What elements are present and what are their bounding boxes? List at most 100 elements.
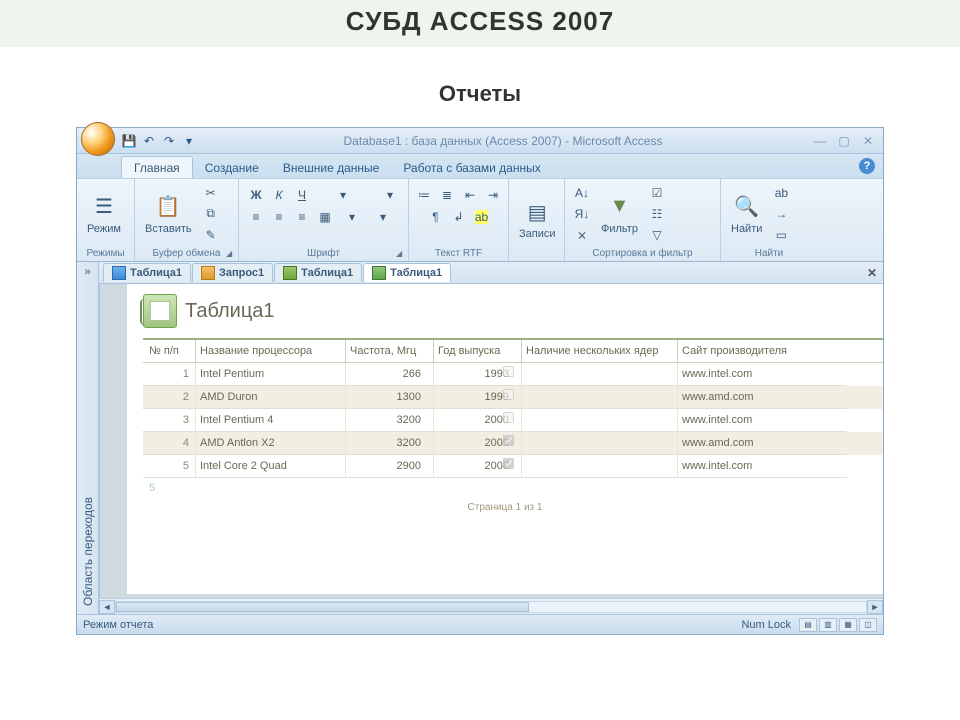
cell-multicore: [521, 409, 677, 432]
multicore-checkbox: [503, 412, 514, 423]
qat-dropdown-icon[interactable]: ▾: [181, 133, 197, 149]
nav-pane-label: Область переходов: [81, 497, 95, 606]
access-window: 💾 ↶ ↷ ▾ Database1 : база данных (Access …: [76, 127, 884, 635]
font-launcher-icon[interactable]: ◢: [396, 249, 406, 259]
records-button[interactable]: ▤ Записи: [515, 196, 560, 242]
paste-label: Вставить: [145, 223, 192, 235]
gridlines-icon[interactable]: ▦: [314, 207, 336, 227]
view-layout-icon[interactable]: ▦: [839, 618, 857, 632]
tab-external-data[interactable]: Внешние данные: [271, 157, 392, 178]
underline-icon[interactable]: Ч: [291, 185, 313, 205]
align-center-icon[interactable]: ≡: [268, 207, 290, 227]
scroll-track[interactable]: [115, 601, 867, 613]
cell-name: Intel Pentium: [195, 363, 345, 386]
cell-name: Intel Pentium 4: [195, 409, 345, 432]
table-row[interactable]: 2AMD Duron13001999www.amd.com: [143, 386, 883, 409]
undo-icon[interactable]: ↶: [141, 133, 157, 149]
tab-database-tools[interactable]: Работа с базами данных: [391, 157, 552, 178]
tab-create[interactable]: Создание: [193, 157, 271, 178]
bold-icon[interactable]: Ж: [245, 185, 267, 205]
select-icon[interactable]: ▭: [770, 225, 792, 245]
filter-button[interactable]: ▼ Фильтр: [597, 191, 642, 237]
sort-desc-icon[interactable]: Я↓: [571, 204, 593, 224]
multicore-checkbox: [503, 458, 514, 469]
align-right-icon[interactable]: ≡: [291, 207, 313, 227]
doc-tab-table1[interactable]: Таблица1: [103, 263, 191, 282]
document-tabs: Таблица1 Запрос1 Таблица1 Таблица1 ✕: [99, 262, 883, 284]
quick-access-toolbar: 💾 ↶ ↷ ▾: [121, 133, 197, 149]
cell-multicore: [521, 432, 677, 455]
highlight-icon[interactable]: ab: [471, 207, 493, 227]
cell-number: 5: [143, 455, 195, 478]
cut-icon[interactable]: ✂: [200, 183, 222, 203]
navigation-pane-collapsed[interactable]: » Область переходов: [77, 262, 99, 614]
format-painter-icon[interactable]: ✎: [200, 225, 222, 245]
nav-expand-icon[interactable]: »: [84, 262, 90, 282]
toggle-filter-icon[interactable]: ▽: [646, 225, 668, 245]
slide-title: СУБД ACCESS 2007: [0, 6, 960, 37]
clear-sort-icon[interactable]: ⨯: [571, 225, 593, 245]
close-button[interactable]: ✕: [857, 133, 879, 149]
group-clipboard: 📋 Вставить ✂ ⧉ ✎ Буфер обмена ◢: [135, 179, 239, 261]
sort-asc-icon[interactable]: A↓: [571, 183, 593, 203]
fill-color-icon[interactable]: ▾: [337, 207, 367, 227]
doc-tab-query1[interactable]: Запрос1: [192, 263, 273, 282]
font-size-dropdown[interactable]: ▾: [373, 185, 407, 205]
clipboard-launcher-icon[interactable]: ◢: [226, 249, 236, 259]
table-row[interactable]: 5Intel Core 2 Quad29002008www.intel.com: [143, 455, 883, 478]
copy-icon[interactable]: ⧉: [200, 204, 222, 224]
cell-year: 2008: [433, 455, 521, 478]
minimize-button[interactable]: —: [809, 133, 831, 149]
cell-year: 2000: [433, 409, 521, 432]
view-report-icon[interactable]: ▤: [799, 618, 817, 632]
ltr-icon[interactable]: ¶: [425, 207, 447, 227]
replace-icon[interactable]: ab: [770, 183, 792, 203]
view-print-icon[interactable]: ▥: [819, 618, 837, 632]
doc-tab-table1-form[interactable]: Таблица1: [274, 263, 362, 282]
cell-site: www.amd.com: [677, 386, 847, 409]
restore-button[interactable]: ▢: [833, 133, 855, 149]
group-richtext-label: Текст RTF: [415, 246, 502, 261]
selection-filter-icon[interactable]: ☑: [646, 183, 668, 203]
paste-button[interactable]: 📋 Вставить: [141, 191, 196, 237]
save-icon[interactable]: 💾: [121, 133, 137, 149]
group-clipboard-label: Буфер обмена: [141, 246, 232, 261]
find-label: Найти: [731, 223, 762, 235]
indent-decrease-icon[interactable]: ⇤: [459, 185, 481, 205]
query-icon: [201, 266, 215, 280]
doc-tab-table1-report[interactable]: Таблица1: [363, 263, 451, 282]
office-button[interactable]: [81, 122, 115, 156]
status-numlock: Num Lock: [741, 619, 791, 631]
font-name-dropdown[interactable]: ▾: [314, 185, 372, 205]
indent-increase-icon[interactable]: ⇥: [482, 185, 504, 205]
horizontal-scrollbar[interactable]: ◄ ►: [99, 598, 883, 614]
font-color-icon[interactable]: ▾: [368, 207, 398, 227]
scroll-thumb[interactable]: [116, 602, 529, 612]
scroll-right-icon[interactable]: ►: [867, 600, 883, 614]
table-row[interactable]: 4AMD Antlon X232002005www.amd.com: [143, 432, 883, 455]
help-icon[interactable]: ?: [859, 158, 875, 174]
rtl-icon[interactable]: ↲: [448, 207, 470, 227]
view-design-icon[interactable]: ◫: [859, 618, 877, 632]
table-row[interactable]: 3Intel Pentium 432002000www.intel.com: [143, 409, 883, 432]
cell-year: 2005: [433, 432, 521, 455]
tab-home[interactable]: Главная: [121, 156, 193, 178]
italic-icon[interactable]: К: [268, 185, 290, 205]
view-button[interactable]: ☰ Режим: [83, 191, 125, 237]
table-row[interactable]: 1Intel Pentium2661993www.intel.com: [143, 363, 883, 386]
numbering-icon[interactable]: ≣: [436, 185, 458, 205]
report-row-count: 5: [127, 478, 883, 494]
group-find-label: Найти: [727, 246, 811, 261]
document-close-icon[interactable]: ✕: [867, 266, 877, 280]
find-button[interactable]: 🔍 Найти: [727, 191, 766, 237]
align-left-icon[interactable]: ≡: [245, 207, 267, 227]
scroll-left-icon[interactable]: ◄: [99, 600, 115, 614]
cell-number: 2: [143, 386, 195, 409]
advanced-filter-icon[interactable]: ☷: [646, 204, 668, 224]
redo-icon[interactable]: ↷: [161, 133, 177, 149]
cell-number: 3: [143, 409, 195, 432]
report-logo-icon: [143, 294, 177, 328]
report-viewport[interactable]: Таблица1 № п/п Название процессора Часто…: [99, 284, 883, 598]
bullets-icon[interactable]: ≔: [413, 185, 435, 205]
goto-icon[interactable]: →: [770, 204, 792, 224]
